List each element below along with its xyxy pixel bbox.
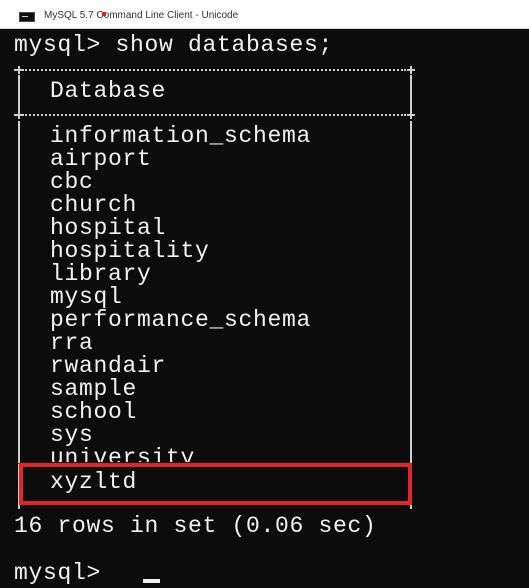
database-row: hospitality	[50, 238, 210, 264]
table-header-divider	[22, 114, 406, 116]
console-icon	[19, 12, 35, 22]
table-header-left-border	[18, 75, 20, 111]
highlight-box	[19, 463, 412, 505]
table-divider-right-tick	[410, 111, 412, 119]
console-output[interactable]: mysql> show databases; Database informat…	[0, 29, 529, 588]
column-header-database: Database	[50, 78, 167, 104]
database-row: sys	[50, 422, 94, 448]
table-body-left-border	[18, 121, 20, 463]
table-top-left-tick	[18, 66, 20, 74]
mysql-command-line-window: MySQL 5.7 Command Line Client - Unicode …	[0, 0, 529, 588]
database-row: hospital	[50, 215, 167, 241]
database-row: performance_schema	[50, 307, 312, 333]
window-title: MySQL 5.7 Command Line Client - Unicode	[44, 10, 239, 21]
database-row: school	[50, 399, 138, 425]
database-row: library	[50, 261, 152, 287]
table-top-border	[22, 69, 406, 71]
database-row: airport	[50, 146, 152, 172]
result-summary: 16 rows in set (0.06 sec)	[14, 513, 377, 539]
database-row: rwandair	[50, 353, 167, 379]
red-marker-dot	[102, 12, 106, 16]
database-row: information_schema	[50, 123, 312, 149]
title-bar[interactable]: MySQL 5.7 Command Line Client - Unicode	[0, 0, 529, 29]
database-row: cbc	[50, 169, 94, 195]
database-row: university	[50, 447, 196, 462]
table-body-right-border	[410, 121, 412, 463]
table-top-right-tick	[410, 66, 412, 74]
database-row: mysql	[50, 284, 123, 310]
text-cursor[interactable]	[143, 579, 160, 583]
database-row: rra	[50, 330, 94, 356]
database-row: sample	[50, 376, 138, 402]
input-prompt: mysql>	[14, 560, 102, 586]
table-header-right-border	[410, 75, 412, 111]
command-line: mysql> show databases;	[14, 32, 334, 58]
table-divider-left-tick	[18, 111, 20, 119]
database-row: church	[50, 192, 138, 218]
